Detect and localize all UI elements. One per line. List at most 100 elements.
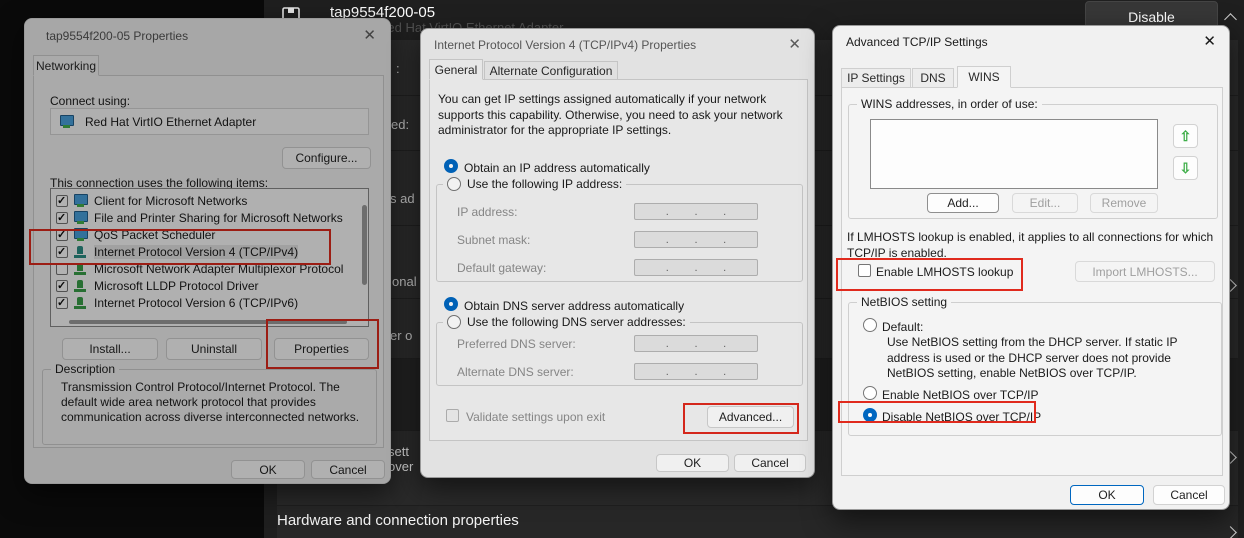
radio-obtain-ip-label: Obtain an IP address automatically xyxy=(464,161,650,175)
alternate-dns-label: Alternate DNS server: xyxy=(457,365,574,379)
protocol-icon xyxy=(73,245,89,258)
default-gateway-label: Default gateway: xyxy=(457,261,546,275)
radio-use-ip[interactable] xyxy=(447,177,461,191)
ip-address-input[interactable]: ... xyxy=(634,203,758,220)
preferred-dns-input[interactable]: ... xyxy=(634,335,758,352)
netbios-group-label: NetBIOS setting xyxy=(857,295,951,309)
checkbox-checked[interactable]: ✓ xyxy=(56,297,68,309)
chevron-up-icon[interactable] xyxy=(1226,13,1235,27)
checkbox-checked[interactable]: ✓ xyxy=(56,280,68,292)
checkbox-unchecked[interactable] xyxy=(56,263,68,275)
background-text-fragment: ed: xyxy=(391,117,409,132)
ok-button[interactable]: OK xyxy=(656,454,729,472)
list-item-selected[interactable]: ✓ Internet Protocol Version 4 (TCP/IPv4) xyxy=(51,243,368,260)
tab-ip-settings[interactable]: IP Settings xyxy=(841,68,911,88)
subnet-mask-label: Subnet mask: xyxy=(457,233,530,247)
checkbox-checked[interactable]: ✓ xyxy=(56,229,68,241)
wins-group-label: WINS addresses, in order of use: xyxy=(857,97,1042,111)
move-up-button[interactable]: ⇧ xyxy=(1173,124,1198,148)
advanced-button[interactable]: Advanced... xyxy=(707,406,794,428)
netbios-setting-group: NetBIOS setting Default: Use NetBIOS set… xyxy=(848,302,1222,436)
qos-icon xyxy=(73,228,89,241)
validate-settings-checkbox[interactable] xyxy=(446,409,459,422)
general-tab-page: You can get IP settings assigned automat… xyxy=(429,79,808,441)
chevron-right-icon[interactable] xyxy=(1226,526,1235,538)
item-label: Internet Protocol Version 4 (TCP/IPv4) xyxy=(94,245,298,259)
default-gateway-input[interactable]: ... xyxy=(634,259,758,276)
list-item[interactable]: ✓ Client for Microsoft Networks xyxy=(51,192,368,209)
radio-enable-netbios-label: Enable NetBIOS over TCP/IP xyxy=(882,388,1039,402)
background-text-fragment: er o xyxy=(390,328,412,343)
item-label: Internet Protocol Version 6 (TCP/IPv6) xyxy=(94,296,298,310)
cancel-button[interactable]: Cancel xyxy=(311,460,385,479)
radio-netbios-default[interactable] xyxy=(863,318,877,332)
tab-label: Networking xyxy=(36,59,96,73)
move-down-button[interactable]: ⇩ xyxy=(1173,156,1198,180)
item-label: Microsoft Network Adapter Multiplexor Pr… xyxy=(94,262,343,276)
wins-addresses-list[interactable] xyxy=(870,119,1158,189)
ok-button[interactable]: OK xyxy=(231,460,305,479)
configure-button[interactable]: Configure... xyxy=(282,147,371,169)
item-label: Microsoft LLDP Protocol Driver xyxy=(94,279,259,293)
tab-label: Alternate Configuration xyxy=(490,64,613,78)
tab-label: IP Settings xyxy=(847,71,905,85)
radio-obtain-dns[interactable] xyxy=(444,297,458,311)
vertical-scrollbar[interactable] xyxy=(362,205,367,285)
checkbox-checked[interactable]: ✓ xyxy=(56,212,68,224)
connect-using-label: Connect using: xyxy=(50,94,130,108)
close-icon[interactable]: ✕ xyxy=(1203,34,1216,49)
list-item[interactable]: ✓ File and Printer Sharing for Microsoft… xyxy=(51,209,368,226)
ok-button[interactable]: OK xyxy=(1070,485,1144,505)
adapter-name: Red Hat VirtIO Ethernet Adapter xyxy=(85,115,256,129)
dialog-title: Internet Protocol Version 4 (TCP/IPv4) P… xyxy=(434,38,696,52)
enable-lmhosts-label: Enable LMHOSTS lookup xyxy=(876,265,1013,279)
background-text-fragment: : xyxy=(396,61,400,76)
description-text: Transmission Control Protocol/Internet P… xyxy=(43,370,376,425)
client-network-icon xyxy=(73,194,89,207)
install-button[interactable]: Install... xyxy=(62,338,158,360)
radio-obtain-dns-label: Obtain DNS server address automatically xyxy=(464,299,684,313)
enable-lmhosts-checkbox[interactable] xyxy=(858,264,871,277)
protocol-icon xyxy=(73,279,89,292)
item-label: QoS Packet Scheduler xyxy=(94,228,215,242)
list-item[interactable]: ✓ Microsoft LLDP Protocol Driver xyxy=(51,277,368,294)
properties-button[interactable]: Properties xyxy=(274,338,369,360)
validate-settings-label: Validate settings upon exit xyxy=(466,410,605,424)
background-text-fragment: s ad xyxy=(390,191,415,206)
cancel-button[interactable]: Cancel xyxy=(1153,485,1225,505)
tab-wins[interactable]: WINS xyxy=(957,66,1011,88)
radio-use-dns[interactable] xyxy=(447,315,461,329)
radio-obtain-ip[interactable] xyxy=(444,159,458,173)
tab-alternate-configuration[interactable]: Alternate Configuration xyxy=(484,61,618,80)
horizontal-scrollbar[interactable] xyxy=(69,320,347,324)
checkbox-checked[interactable]: ✓ xyxy=(56,195,68,207)
hardware-properties-link[interactable]: Hardware and connection properties xyxy=(277,512,519,529)
tab-general[interactable]: General xyxy=(429,59,483,80)
list-item[interactable]: Microsoft Network Adapter Multiplexor Pr… xyxy=(51,260,368,277)
list-item[interactable]: ✓ Internet Protocol Version 6 (TCP/IPv6) xyxy=(51,294,368,311)
cancel-button[interactable]: Cancel xyxy=(734,454,806,472)
uninstall-button[interactable]: Uninstall xyxy=(166,338,262,360)
networking-tab-page: Connect using: Red Hat VirtIO Ethernet A… xyxy=(33,75,384,448)
radio-disable-netbios[interactable] xyxy=(863,408,877,422)
subnet-mask-input[interactable]: ... xyxy=(634,231,758,248)
import-lmhosts-button[interactable]: Import LMHOSTS... xyxy=(1075,261,1215,282)
tab-label: WINS xyxy=(968,70,999,84)
close-icon[interactable]: ✕ xyxy=(363,28,376,43)
close-icon[interactable]: ✕ xyxy=(788,37,801,52)
remove-button[interactable]: Remove xyxy=(1090,193,1158,213)
adapter-properties-dialog: tap9554f200-05 Properties ✕ Networking C… xyxy=(24,18,391,484)
checkbox-checked[interactable]: ✓ xyxy=(56,246,68,258)
tab-label: General xyxy=(435,63,478,77)
ip-address-label: IP address: xyxy=(457,205,517,219)
tab-networking[interactable]: Networking xyxy=(33,55,99,76)
list-item[interactable]: ✓ QoS Packet Scheduler xyxy=(51,226,368,243)
alternate-dns-input[interactable]: ... xyxy=(634,363,758,380)
file-sharing-icon xyxy=(73,211,89,224)
connection-items-list[interactable]: ✓ Client for Microsoft Networks ✓ File a… xyxy=(50,188,369,327)
tab-dns[interactable]: DNS xyxy=(912,68,954,88)
add-button[interactable]: Add... xyxy=(927,193,999,213)
edit-button[interactable]: Edit... xyxy=(1012,193,1078,213)
item-label: File and Printer Sharing for Microsoft N… xyxy=(94,211,343,225)
radio-enable-netbios[interactable] xyxy=(863,386,877,400)
